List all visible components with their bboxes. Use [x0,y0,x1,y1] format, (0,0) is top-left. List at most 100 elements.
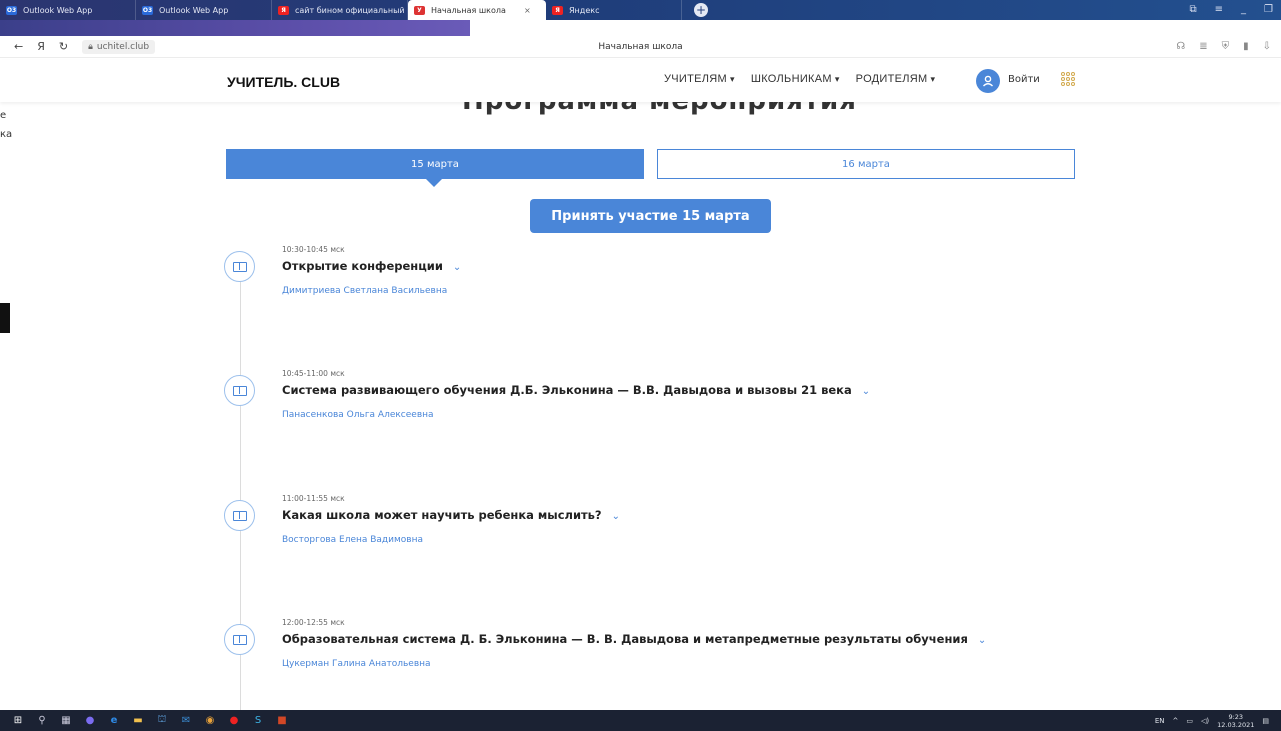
background-window-edge [0,303,10,333]
mail-icon[interactable]: ✉ [176,710,196,731]
browser-tab[interactable]: Я сайт бином официальный [272,0,408,20]
edge-icon[interactable]: e [104,710,124,731]
yandex-icon: Я [278,5,289,15]
logo-main: УЧИТЕЛЬ. [227,74,298,90]
menu-item-label: ШКОЛЬНИКАМ [750,73,832,85]
event-time: 11:00-11:55 мск [282,494,345,503]
tab-date-16[interactable]: 16 марта [657,149,1075,179]
chevron-down-icon: ▾ [730,74,735,84]
volume-icon[interactable]: ◁) [1201,717,1209,725]
downloads-icon[interactable]: ⇩ [1263,41,1271,52]
protect-icon[interactable]: ⛨ [1222,41,1230,52]
new-tab-icon[interactable]: + [694,3,708,17]
site-logo[interactable]: УЧИТЕЛЬ. CLUB [227,74,340,90]
event-speaker[interactable]: Панасенкова Ольга Алексеевна [282,410,434,420]
site-favicon-icon: У [414,5,425,15]
skype-icon[interactable]: S [248,710,268,731]
store-icon[interactable]: ⛫ [152,710,172,731]
tab-label: Outlook Web App [23,5,93,15]
participate-button[interactable]: Принять участие 15 марта [530,199,771,233]
login-link[interactable]: Войти [1008,74,1040,85]
clock-time: 9:23 [1228,712,1244,721]
menu-icon[interactable]: ≡ [1215,4,1223,15]
language-indicator[interactable]: EN [1155,717,1165,725]
site-header: УЧИТЕЛЬ. CLUB УЧИТЕЛЯМ ▾ ШКОЛЬНИКАМ ▾ РОДИ… [0,60,1281,102]
reload-icon[interactable]: ↻ [59,40,68,53]
background-text-fragment: ка [0,129,13,140]
alice-icon[interactable]: ● [80,710,100,731]
book-icon [224,500,255,531]
browser-tab-active[interactable]: У Начальная школа × [408,0,546,20]
event-title-text: Система развивающего обучения Д.Б. Элько… [282,383,852,397]
event-time: 10:30-10:45 мск [282,245,345,254]
tabs-icon[interactable]: ⧉ [1190,4,1197,15]
reader-icon[interactable]: ≣ [1199,41,1207,52]
browser-nav: ← Я ↻ [14,40,68,53]
browser-tab[interactable]: Я Яндекс [546,0,682,20]
tab-label: сайт бином официальный [295,5,405,15]
tab-label: Outlook Web App [159,5,229,15]
event-title[interactable]: Система развивающего обучения Д.Б. Элько… [282,383,870,397]
back-icon[interactable]: ← [14,40,23,53]
book-icon [224,251,255,282]
event-speaker[interactable]: Восторгова Елена Вадимовна [282,535,423,545]
tab-label: Яндекс [569,5,600,15]
notifications-icon[interactable]: ▤ [1262,717,1269,725]
page-title: Начальная школа [598,41,683,52]
background-window-strip [0,20,470,36]
browser-tab-strip: O3 Outlook Web App O3 Outlook Web App Я … [0,0,1281,20]
tab-date-15[interactable]: 15 марта [226,149,644,187]
address-bar: ← Я ↻ 🔒︎ uchitel.club Начальная школа ☊ … [0,36,1281,58]
powerpoint-icon[interactable]: ■ [272,710,292,731]
minimize-icon[interactable]: _ [1241,4,1246,15]
system-tray: EN ^ ▭ ◁) 9:23 12.03.2021 ▤ [1155,710,1269,731]
apps-grid-icon[interactable] [1061,72,1075,86]
folder-icon[interactable]: ▬ [128,710,148,731]
network-icon[interactable]: ▭ [1186,717,1193,725]
event-speaker[interactable]: Димитриева Светлана Васильевна [282,286,447,296]
event-speaker[interactable]: Цукерман Галина Анатольевна [282,659,431,669]
event-time: 10:45-11:00 мск [282,369,345,378]
yandex-icon: Я [552,5,563,15]
bookmark-icon[interactable]: ▮ [1243,41,1249,52]
window-controls: ⧉ ≡ _ ❐ [1190,4,1274,15]
clock-date: 12.03.2021 [1217,720,1255,729]
yandex-home-icon[interactable]: Я [37,40,45,53]
chevron-down-icon[interactable]: ⌄ [862,386,870,397]
chevron-down-icon: ▾ [930,74,936,84]
browser-tab[interactable]: O3 Outlook Web App [0,0,136,20]
menu-item-teachers[interactable]: УЧИТЕЛЯМ ▾ [664,73,735,85]
menu-item-students[interactable]: ШКОЛЬНИКАМ ▾ [751,73,840,85]
restore-icon[interactable]: ❐ [1264,4,1273,15]
headphones-icon[interactable]: ☊ [1176,41,1185,52]
outlook-icon: O3 [142,5,153,15]
yandex-browser-icon[interactable]: ◉ [200,710,220,731]
event-title[interactable]: Открытие конференции ⌄ [282,259,461,273]
windows-taskbar: ⊞ ⚲ ▦ ● e ▬ ⛫ ✉ ◉ ● S ■ EN ^ ▭ ◁) 9:23 1… [0,710,1281,731]
address-bar-tools: ☊ ≣ ⛨ ▮ ⇩ [1176,41,1271,52]
chevron-down-icon[interactable]: ⌄ [453,262,461,273]
event-title-text: Какая школа может научить ребенка мыслит… [282,508,602,522]
chevron-down-icon[interactable]: ⌄ [978,635,986,646]
book-icon [224,375,255,406]
yandex-icon[interactable]: ● [224,710,244,731]
url-field[interactable]: 🔒︎ uchitel.club [82,39,156,54]
clock[interactable]: 9:23 12.03.2021 [1217,713,1254,729]
event-title[interactable]: Образовательная система Д. Б. Эльконина … [282,632,986,646]
event-title-text: Образовательная система Д. Б. Эльконина … [282,632,968,646]
windows-start-icon[interactable]: ⊞ [8,710,28,731]
search-icon[interactable]: ⚲ [32,710,52,731]
chevron-down-icon[interactable]: ⌄ [612,511,620,522]
event-title[interactable]: Какая школа может научить ребенка мыслит… [282,508,620,522]
event-title-text: Открытие конференции [282,259,443,273]
menu-item-label: РОДИТЕЛЯМ [855,73,928,85]
task-view-icon[interactable]: ▦ [56,710,76,731]
user-icon[interactable] [976,69,1000,93]
background-text-fragment: е [0,110,7,121]
browser-tab[interactable]: O3 Outlook Web App [136,0,272,20]
close-icon[interactable]: × [524,6,531,15]
menu-item-parents[interactable]: РОДИТЕЛЯМ ▾ [856,73,936,85]
logo-club: CLUB [301,74,341,90]
book-icon [224,624,255,655]
chevron-up-icon[interactable]: ^ [1173,717,1179,725]
